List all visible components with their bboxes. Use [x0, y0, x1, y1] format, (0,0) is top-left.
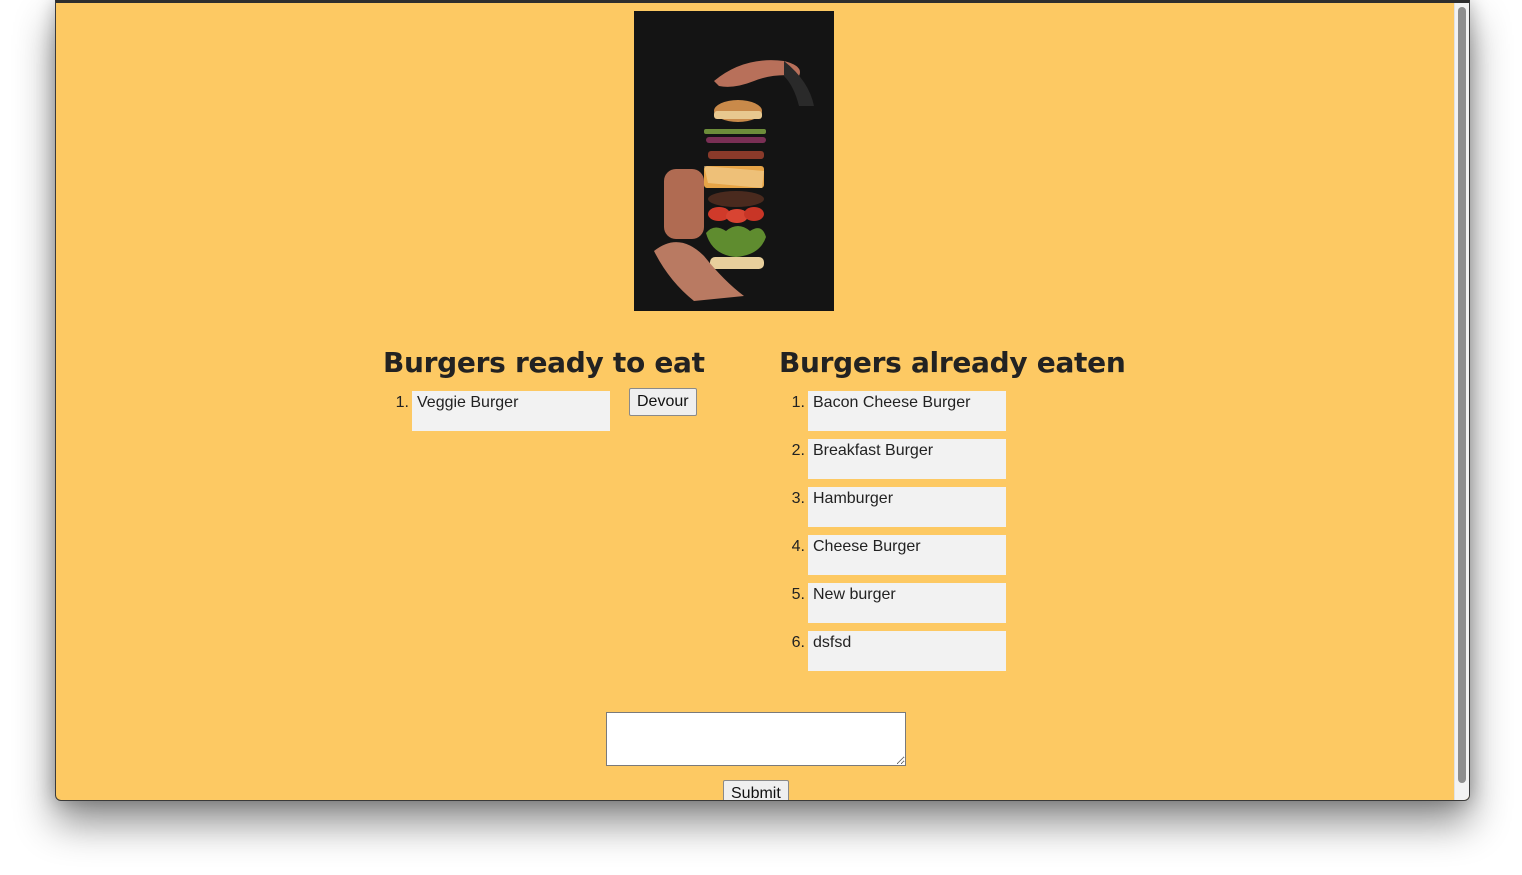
list-item: 2. Breakfast Burger — [779, 439, 1139, 479]
browser-window: Burgers ready to eat 1. Veggie Burger De… — [55, 0, 1470, 801]
list-item: 1. Veggie Burger Devour — [383, 388, 743, 431]
item-number: 1. — [395, 394, 409, 411]
item-number: 2. — [791, 442, 805, 459]
burger-name: Cheese Burger — [808, 535, 1006, 575]
list-item: 6. dsfsd — [779, 631, 1139, 671]
item-number: 6. — [791, 634, 805, 651]
burger-name: Breakfast Burger — [808, 439, 1006, 479]
vertical-scrollbar[interactable] — [1454, 3, 1469, 800]
item-number: 1. — [791, 394, 805, 411]
burger-illustration — [634, 11, 834, 311]
ready-to-eat-section: Burgers ready to eat 1. Veggie Burger De… — [383, 343, 743, 439]
already-eaten-section: Burgers already eaten 1. Bacon Cheese Bu… — [779, 343, 1139, 679]
submit-button[interactable]: Submit — [723, 780, 789, 800]
item-number: 5. — [791, 586, 805, 603]
eaten-burger-list: 1. Bacon Cheese Burger 2. Breakfast Burg… — [779, 391, 1139, 671]
scrollbar-thumb[interactable] — [1458, 7, 1466, 783]
already-eaten-heading: Burgers already eaten — [779, 346, 1126, 379]
list-item: 3. Hamburger — [779, 487, 1139, 527]
burger-name: Veggie Burger — [412, 391, 610, 431]
burger-name: Bacon Cheese Burger — [808, 391, 1006, 431]
ready-to-eat-heading: Burgers ready to eat — [383, 346, 705, 379]
list-item: 5. New burger — [779, 583, 1139, 623]
floating-burger-photo — [634, 11, 834, 311]
burger-name: dsfsd — [808, 631, 1006, 671]
burger-name: Hamburger — [808, 487, 1006, 527]
devour-button[interactable]: Devour — [629, 388, 697, 416]
list-item: 4. Cheese Burger — [779, 535, 1139, 575]
list-item: 1. Bacon Cheese Burger — [779, 391, 1139, 431]
item-number: 4. — [791, 538, 805, 555]
new-burger-input[interactable] — [606, 712, 906, 766]
ready-burger-list: 1. Veggie Burger Devour — [383, 388, 743, 431]
burger-name: New burger — [808, 583, 1006, 623]
item-number: 3. — [791, 490, 805, 507]
